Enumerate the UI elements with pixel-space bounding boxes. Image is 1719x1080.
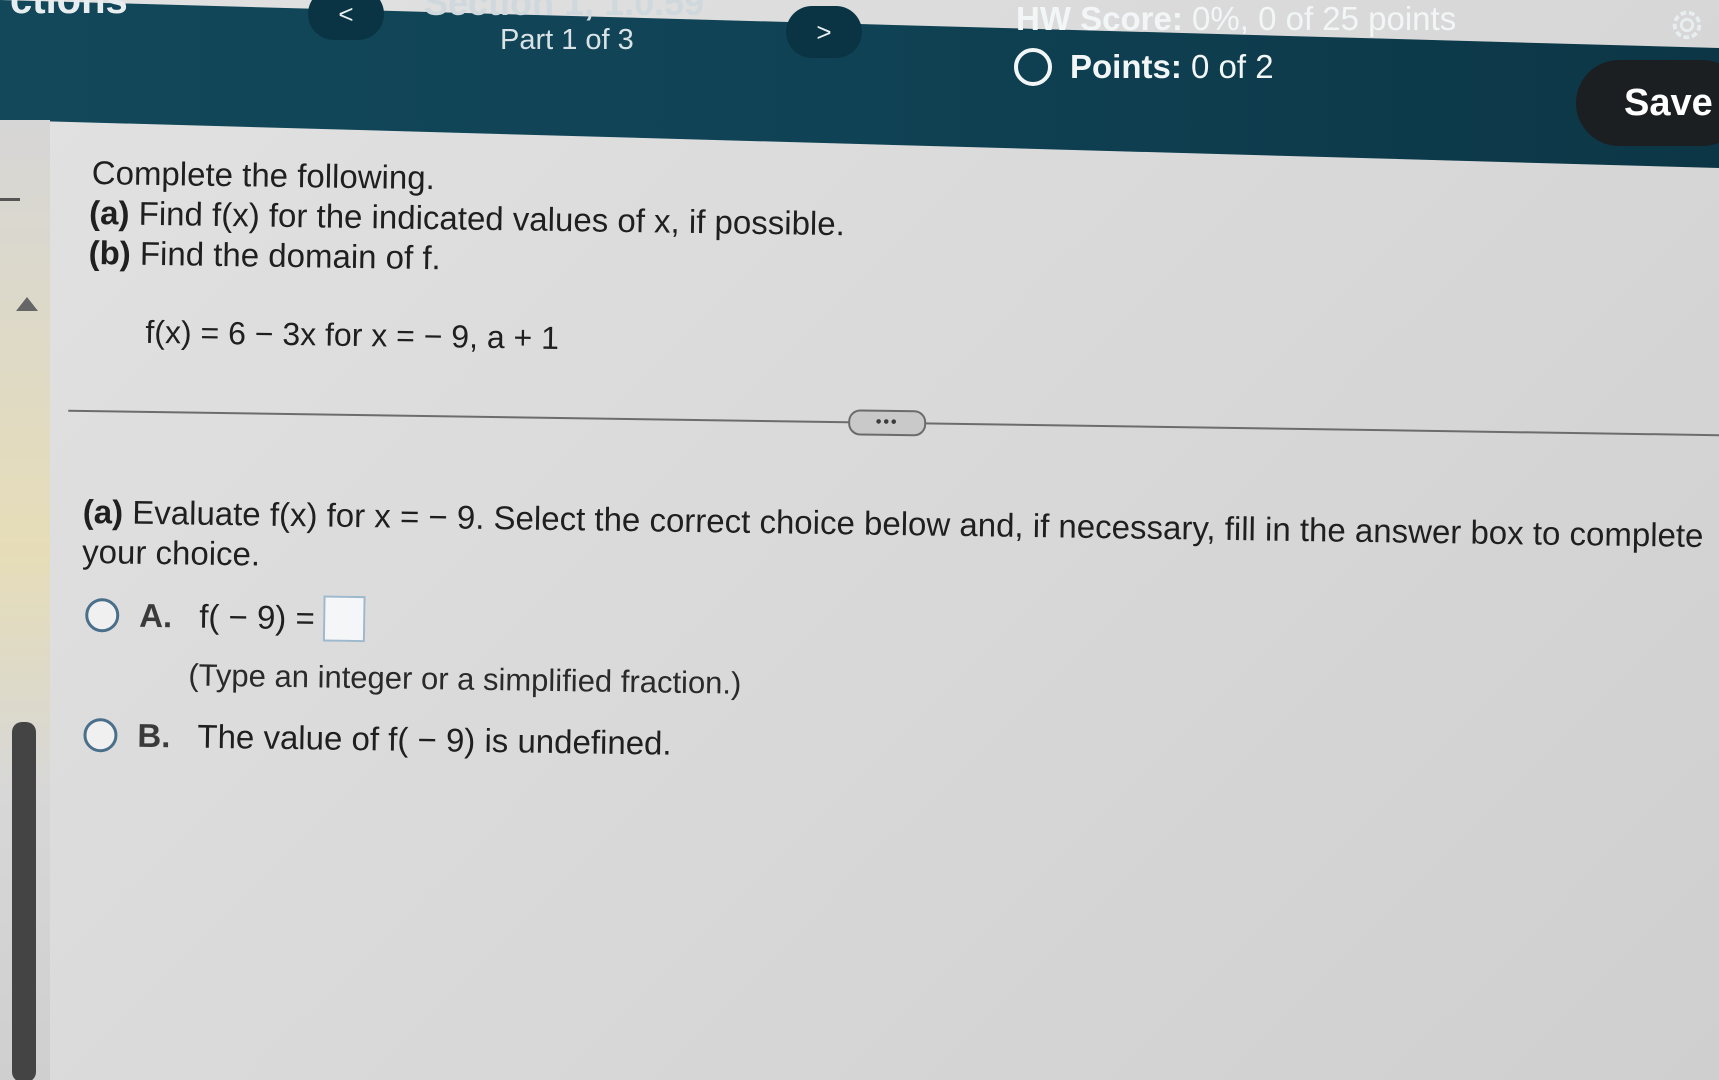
choice-a[interactable]: A. f( − 9) = — [84, 592, 366, 643]
part-b-text: Find the domain of f. — [139, 234, 442, 277]
choice-b[interactable]: B. The value of f( − 9) is undefined. — [83, 716, 672, 763]
expand-more-button[interactable]: ••• — [847, 409, 927, 437]
part-a-prefix: (a) — [88, 193, 130, 232]
choice-a-hint: (Type an integer or a simplified fractio… — [188, 657, 742, 701]
answer-input-box[interactable] — [322, 595, 366, 643]
choice-b-radio[interactable] — [83, 717, 118, 753]
page: ctions Section 1, 1.0.59 < Part 1 of 3 >… — [0, 0, 1719, 1080]
choice-b-letter: B. — [137, 716, 171, 755]
part-a-text: Find f(x) for the indicated values of x,… — [138, 194, 846, 243]
part-a-instruction: (a) Evaluate f(x) for x = − 9. Select th… — [82, 492, 1713, 596]
choice-a-letter: A. — [138, 596, 173, 635]
instruction-prefix: (a) — [82, 492, 124, 531]
instruction-text: Evaluate f(x) for x = − 9. Select the co… — [81, 493, 1704, 573]
question-content: Complete the following. (a) Find f(x) fo… — [0, 0, 1719, 1080]
function-formula: f(x) = 6 − 3x for x = − 9, a + 1 — [145, 313, 560, 356]
choice-b-text: The value of f( − 9) is undefined. — [197, 717, 672, 762]
choice-a-expression: f( − 9) = — [198, 597, 316, 637]
part-b-prefix: (b) — [88, 233, 132, 272]
question-intro: Complete the following. — [91, 154, 436, 197]
choice-a-radio[interactable] — [84, 597, 120, 633]
question-part-b: (b) Find the domain of f. — [88, 234, 441, 277]
